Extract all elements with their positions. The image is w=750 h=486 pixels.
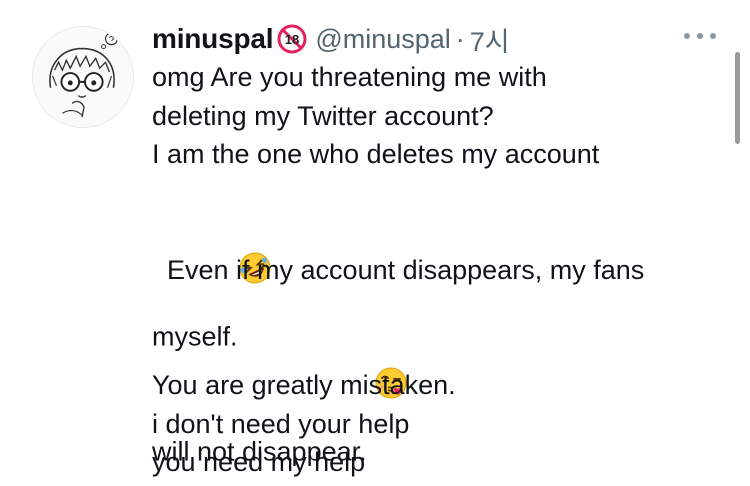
more-dot (697, 33, 703, 39)
avatar-drawing (33, 27, 133, 127)
user-handle[interactable]: @minuspal (315, 24, 450, 55)
face-blowing-kiss-emoji (374, 289, 408, 399)
tweet-line: i don't need your help (152, 405, 732, 444)
separator-dot: · (455, 23, 465, 54)
tweet-line: I am the one who deletes my account (152, 135, 732, 174)
tweet-header: minuspal 18 @minuspal · 7시 (152, 20, 510, 58)
rolling-on-floor-laughing-emoji (238, 174, 272, 283)
scrollbar[interactable] (735, 52, 740, 144)
svg-text:18: 18 (285, 32, 299, 47)
line-text: you need my help (152, 447, 366, 477)
line-text: Even if my account disappears, my fans (152, 254, 645, 285)
tweet-line: omg Are you threatening me with (152, 58, 732, 97)
tweet-line: You are greatly mistaken. (152, 366, 732, 405)
tweet-line: you need my help (152, 443, 732, 482)
avatar[interactable] (32, 26, 134, 128)
line-text: omg Are you threatening me with (152, 62, 547, 92)
more-dot (684, 33, 690, 39)
more-options-icon[interactable] (684, 31, 716, 41)
tweet-line: will not disappear. (152, 289, 732, 467)
tweet-text: omg Are you threatening me with deleting… (152, 58, 732, 482)
tweet-line: myself. (152, 174, 732, 351)
tweet-line: deleting my Twitter account? (152, 97, 732, 136)
timestamp[interactable]: 7시 (470, 20, 510, 59)
tweet-line: Even if my account disappears, my fans (152, 251, 732, 290)
tweet[interactable]: minuspal 18 @minuspal · 7시 omg Are you t… (0, 0, 750, 486)
line-text: You are greatly mistaken. (152, 370, 456, 400)
line-text: I am the one who deletes my account (152, 139, 600, 169)
line-text: deleting my Twitter account? (152, 100, 494, 131)
line-text: i don't need your help (152, 408, 410, 439)
display-name[interactable]: minuspal (152, 23, 274, 55)
no-under-18-icon: 18 (277, 24, 307, 54)
more-dot (710, 33, 716, 39)
